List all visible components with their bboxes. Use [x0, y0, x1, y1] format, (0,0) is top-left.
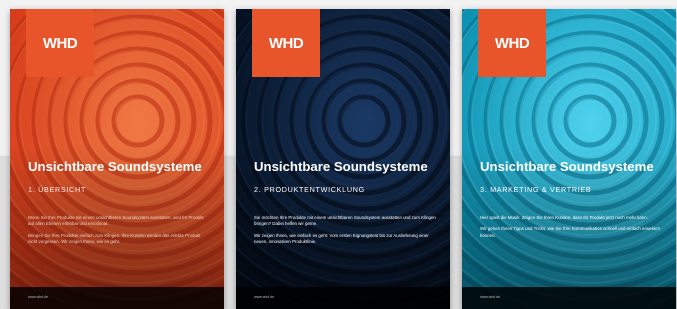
poster-title: Unsichtbare Soundsysteme	[480, 159, 654, 174]
poster-paragraph: Wir geben Ihnen Tipps und Tricks, wie Si…	[480, 226, 661, 238]
poster-overview[interactable]: WHD Unsichtbare Soundsysteme 1. ÜBERSICH…	[10, 9, 224, 309]
footer-url: www.whd.de	[28, 295, 49, 299]
logo-text: WHD	[42, 34, 78, 52]
poster-body: Hier spielt die Musik: Zeigen Sie Ihren …	[480, 215, 662, 244]
poster-body: Wenn Sie Ihre Produkte mit einem unsicht…	[28, 215, 210, 251]
whd-logo: WHD	[252, 9, 320, 77]
poster-body: Sie möchten Ihre Produkte mit einem unsi…	[254, 215, 436, 251]
logo-text: WHD	[494, 34, 530, 52]
poster-product-development[interactable]: WHD Unsichtbare Soundsysteme 2. PRODUKTE…	[236, 9, 450, 309]
poster-marketing-sales[interactable]: WHD Unsichtbare Soundsysteme 3. MARKETIN…	[462, 9, 676, 309]
poster-subtitle: 3. MARKETING & VERTRIEB	[480, 185, 592, 194]
whd-logo: WHD	[478, 9, 546, 77]
logo-text: WHD	[268, 34, 304, 52]
footer-url: www.whd.de	[480, 295, 501, 299]
poster-paragraph: Sie möchten Ihre Produkte mit einem unsi…	[254, 215, 436, 227]
poster-footer: www.whd.de	[236, 287, 450, 309]
whd-logo: WHD	[26, 9, 94, 77]
poster-title: Unsichtbare Soundsysteme	[28, 159, 202, 174]
poster-footer: www.whd.de	[462, 287, 676, 309]
poster-paragraph: Wir zeigen Ihnen, wie einfach es geht: V…	[254, 232, 429, 245]
poster-subtitle: 1. ÜBERSICHT	[28, 185, 86, 194]
poster-paragraph: Bringen Sie Ihre Produkte einfach zum Kl…	[28, 232, 201, 245]
poster-paragraph: Hier spielt die Musik: Zeigen Sie Ihren …	[480, 215, 648, 220]
poster-paragraph: Wenn Sie Ihre Produkte mit einem unsicht…	[28, 215, 204, 227]
footer-url: www.whd.de	[254, 295, 275, 299]
poster-footer: www.whd.de	[10, 287, 224, 309]
poster-title: Unsichtbare Soundsysteme	[254, 159, 428, 174]
poster-subtitle: 2. PRODUKTENTWICKLUNG	[254, 185, 365, 194]
